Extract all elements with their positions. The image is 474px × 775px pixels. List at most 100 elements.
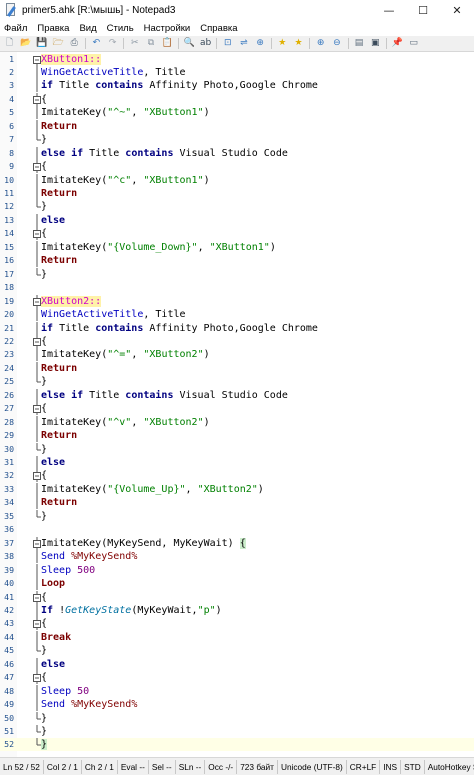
code-line[interactable]: 48 Sleep 50 [0, 684, 474, 698]
code-line[interactable]: 22 { [0, 334, 474, 348]
cut-icon[interactable]: ✂ [129, 38, 140, 49]
code-line[interactable]: 28 ImitateKey("^v", "XButton2") [0, 415, 474, 429]
zoom-plus-icon[interactable]: ⊕ [315, 38, 326, 49]
code-line[interactable]: 25} [0, 375, 474, 388]
pin-icon[interactable]: 📌 [392, 38, 403, 49]
find-icon[interactable]: 🔍 [184, 38, 195, 49]
code-line[interactable]: 8 else if Title contains Visual Studio Co… [0, 146, 474, 160]
code-line[interactable]: 30} [0, 442, 474, 456]
code-editor[interactable]: 1 XButton1:: 2 WinGetActiveTitle, Title 3 if … [0, 52, 474, 757]
new-file-icon[interactable]: 🗋 [4, 38, 15, 49]
customize-icon[interactable]: ▣ [370, 38, 381, 49]
code-line[interactable]: 31 else [0, 456, 474, 469]
add-favorite-icon[interactable]: ★ [293, 38, 304, 49]
menu-settings[interactable]: Настройки [139, 23, 196, 34]
code-line[interactable]: 42 If !GetKeyState(MyKeyWait,"p") [0, 603, 474, 617]
fold-toggle-icon[interactable] [33, 294, 41, 308]
fold-toggle-icon[interactable] [33, 227, 41, 241]
code-line[interactable]: 41 { [0, 590, 474, 604]
favorite-icon[interactable]: ★ [277, 38, 288, 49]
menu-style[interactable]: Стиль [102, 23, 139, 34]
replace-icon[interactable]: ab [200, 38, 211, 49]
undo-icon[interactable]: ↶ [91, 38, 102, 49]
code-line[interactable]: 45} [0, 644, 474, 657]
code-line[interactable]: 17} [0, 267, 474, 281]
code-line[interactable]: 36 [0, 523, 474, 536]
code-token: , Title [143, 66, 186, 78]
fold-toggle-icon[interactable] [33, 334, 41, 348]
code-line[interactable]: 20 WinGetActiveTitle, Title [0, 308, 474, 322]
code-line[interactable]: 32 { [0, 469, 474, 483]
code-line[interactable]: 29 Return [0, 429, 474, 443]
save-as-icon[interactable]: 🗁 [52, 38, 63, 49]
zoom-in-icon[interactable]: ⊕ [255, 38, 266, 49]
fold-toggle-icon[interactable] [33, 590, 41, 604]
word-wrap-icon[interactable]: ⇌ [238, 38, 249, 49]
fold-toggle-icon[interactable] [33, 617, 41, 631]
code-line[interactable]: 19 XButton2:: [0, 294, 474, 308]
scheme-icon[interactable]: ▤ [354, 38, 365, 49]
open-file-icon[interactable]: 📂 [20, 38, 31, 49]
code-line[interactable]: 38 Send %MyKeySend% [0, 550, 474, 564]
code-line[interactable]: 43 { [0, 617, 474, 631]
fold-toggle-icon[interactable] [33, 92, 41, 106]
code-line[interactable]: 18 [0, 281, 474, 294]
code-line[interactable]: 51} [0, 725, 474, 738]
code-line[interactable]: 24 Return [0, 361, 474, 375]
fold-toggle-icon[interactable] [33, 53, 41, 66]
menu-edit[interactable]: Правка [32, 23, 74, 34]
code-line[interactable]: 6 Return [0, 119, 474, 133]
code-line[interactable]: 10 ImitateKey("^c", "XButton1") [0, 173, 474, 187]
code-line[interactable]: 52} [0, 738, 474, 752]
code-line[interactable]: 13 else [0, 213, 474, 227]
menu-view[interactable]: Вид [74, 23, 101, 34]
code-line[interactable]: 12} [0, 200, 474, 213]
fold-line-icon [36, 563, 38, 577]
code-line[interactable]: 15 ImitateKey("{Volume_Down}", "XButton1"… [0, 240, 474, 254]
fold-toggle-icon[interactable] [33, 469, 41, 483]
code-line[interactable]: 9{ [0, 160, 474, 174]
code-line[interactable]: 39 Sleep 500 [0, 563, 474, 577]
code-line[interactable]: 3 if Title contains Affinity Photo,Google… [0, 79, 474, 93]
code-line[interactable]: 5 ImitateKey("^~", "XButton1") [0, 106, 474, 120]
code-line[interactable]: 35} [0, 509, 474, 523]
close-button[interactable]: ✕ [440, 0, 474, 20]
code-line[interactable]: 11 Return [0, 187, 474, 200]
code-line[interactable]: 21 if Title contains Affinity Photo,Googl… [0, 321, 474, 335]
code-line[interactable]: 26 else if Title contains Visual Studio C… [0, 388, 474, 402]
code-line[interactable]: 34 Return [0, 496, 474, 510]
maximize-button[interactable]: ☐ [406, 0, 440, 20]
code-line[interactable]: 7} [0, 133, 474, 146]
code-line[interactable]: 16 Return [0, 254, 474, 268]
copy-icon[interactable]: ⧉ [146, 38, 157, 49]
code-line[interactable]: 4{ [0, 92, 474, 106]
code-line[interactable]: 37 ImitateKey(MyKeySend, MyKeyWait) { [0, 536, 474, 550]
goto-icon[interactable]: ⊡ [222, 38, 233, 49]
fold-toggle-icon[interactable] [33, 671, 41, 685]
fold-toggle-icon[interactable] [33, 402, 41, 416]
code-line[interactable]: 47 { [0, 671, 474, 685]
code-line[interactable]: 27 { [0, 402, 474, 416]
redo-icon[interactable]: ↷ [107, 38, 118, 49]
line-number: 34 [4, 497, 14, 508]
code-line[interactable]: 2 WinGetActiveTitle, Title [0, 65, 474, 79]
code-line[interactable]: 50} [0, 711, 474, 725]
code-line[interactable]: 23 ImitateKey("^=", "XButton2") [0, 348, 474, 362]
code-line[interactable]: 40 Loop [0, 577, 474, 591]
fold-toggle-icon[interactable] [33, 160, 41, 174]
exit-icon[interactable]: ▭ [408, 38, 419, 49]
code-line[interactable]: 49 Send %MyKeySend% [0, 698, 474, 712]
paste-icon[interactable]: 📋 [162, 38, 173, 49]
minimize-button[interactable]: — [372, 0, 406, 20]
code-line[interactable]: 46 else [0, 657, 474, 671]
code-line[interactable]: 14 { [0, 227, 474, 241]
zoom-minus-icon[interactable]: ⊖ [331, 38, 342, 49]
save-file-icon[interactable]: 💾 [36, 38, 47, 49]
code-line[interactable]: 1 XButton1:: [0, 53, 474, 66]
code-line[interactable]: 44 Break [0, 630, 474, 644]
fold-toggle-icon[interactable] [33, 536, 41, 550]
menu-help[interactable]: Справка [195, 23, 242, 34]
code-line[interactable]: 33 ImitateKey("{Volume_Up}", "XButton2") [0, 482, 474, 496]
print-icon[interactable]: ⎙ [69, 38, 80, 49]
menu-file[interactable]: Файл [0, 23, 32, 34]
